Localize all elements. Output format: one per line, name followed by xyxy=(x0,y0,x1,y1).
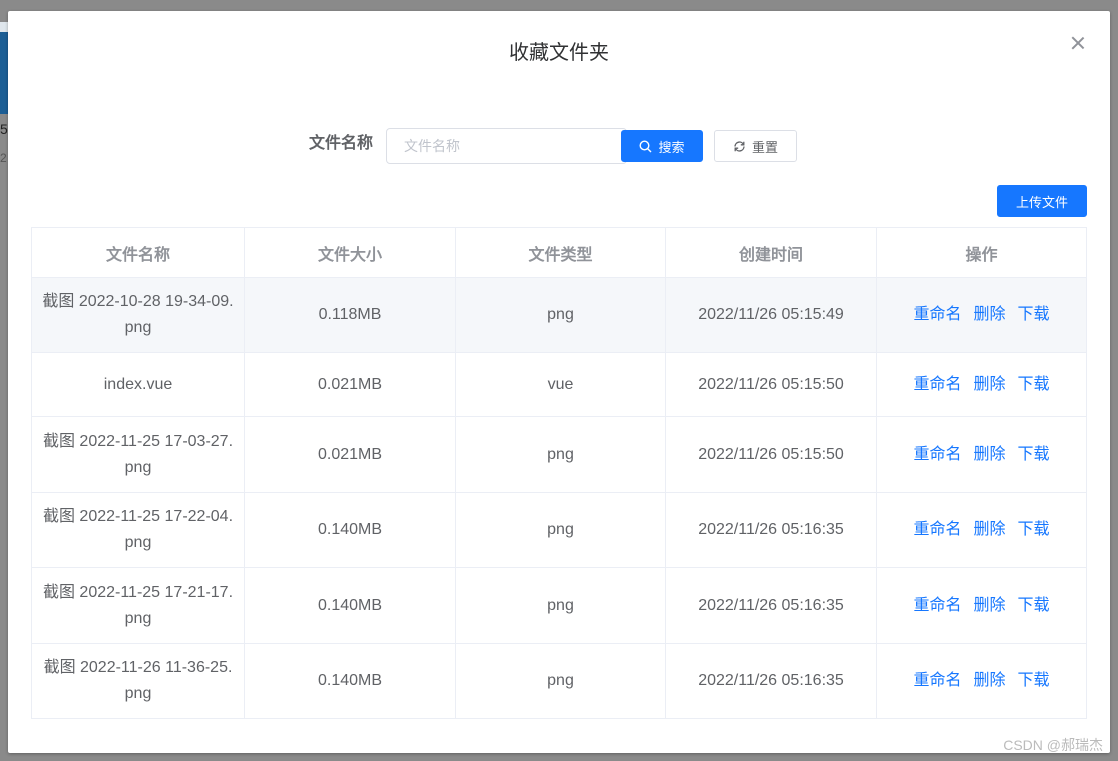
column-header-actions: 操作 xyxy=(876,227,1087,278)
cell-filename: 截图 2022-11-25 17-21-17. png xyxy=(31,567,245,644)
search-button[interactable]: 搜索 xyxy=(621,130,703,162)
close-icon[interactable] xyxy=(1070,35,1086,51)
rename-link[interactable]: 重命名 xyxy=(913,597,961,614)
cell-actions: 重命名 删除 下载 xyxy=(876,416,1087,493)
cell-size: 0.140MB xyxy=(244,643,456,719)
favorites-dialog: 收藏文件夹 文件名称 搜索 重置 上传文件 文件名称 文件大小 文件类型 创建时… xyxy=(8,11,1110,753)
delete-link[interactable]: 删除 xyxy=(973,672,1005,689)
column-header-type: 文件类型 xyxy=(455,227,666,278)
cell-filename: 截图 2022-11-25 17-03-27. png xyxy=(31,416,245,493)
table-row: index.vue 0.021MB vue 2022/11/26 05:15:5… xyxy=(31,352,1087,417)
download-link[interactable]: 下载 xyxy=(1018,672,1050,689)
search-icon xyxy=(639,139,652,153)
table-row: 截图 2022-10-28 19-34-09. png 0.118MB png 2… xyxy=(31,277,1087,353)
cell-created: 2022/11/26 05:15:50 xyxy=(665,416,877,493)
cell-type: png xyxy=(455,567,666,644)
rename-link[interactable]: 重命名 xyxy=(913,306,961,323)
cell-filename: 截图 2022-11-25 17-22-04. png xyxy=(31,492,245,568)
cell-type: png xyxy=(455,643,666,719)
cell-created: 2022/11/26 05:16:35 xyxy=(665,643,877,719)
cell-type: png xyxy=(455,416,666,493)
background-thumbnail-edge xyxy=(0,22,8,32)
cell-size: 0.118MB xyxy=(244,277,456,353)
cell-type: png xyxy=(455,277,666,353)
dialog-title: 收藏文件夹 xyxy=(509,42,609,64)
cell-created: 2022/11/26 05:16:35 xyxy=(665,492,877,568)
cell-filename: 截图 2022-10-28 19-34-09. png xyxy=(31,277,245,353)
rename-link[interactable]: 重命名 xyxy=(913,672,961,689)
file-table: 文件名称 文件大小 文件类型 创建时间 操作 截图 2022-10-28 19-… xyxy=(31,227,1087,719)
delete-link[interactable]: 删除 xyxy=(973,306,1005,323)
column-header-created: 创建时间 xyxy=(665,227,877,278)
cell-actions: 重命名 删除 下载 xyxy=(876,352,1087,417)
cell-size: 0.021MB xyxy=(244,416,456,493)
download-link[interactable]: 下载 xyxy=(1018,446,1050,463)
cell-actions: 重命名 删除 下载 xyxy=(876,643,1087,719)
table-header-row: 文件名称 文件大小 文件类型 创建时间 操作 xyxy=(31,227,1087,278)
refresh-icon xyxy=(733,140,746,153)
upload-file-button[interactable]: 上传文件 xyxy=(997,185,1087,217)
cell-type: vue xyxy=(455,352,666,417)
cell-size: 0.021MB xyxy=(244,352,456,417)
filename-search-input[interactable] xyxy=(386,128,627,164)
search-button-label: 搜索 xyxy=(658,139,685,155)
delete-link[interactable]: 删除 xyxy=(973,597,1005,614)
download-link[interactable]: 下载 xyxy=(1018,376,1050,393)
background-text: 5 xyxy=(0,121,8,137)
column-header-size: 文件大小 xyxy=(244,227,456,278)
table-row: 截图 2022-11-25 17-03-27. png 0.021MB png 2… xyxy=(31,416,1087,493)
table-row: 截图 2022-11-25 17-22-04. png 0.140MB png 2… xyxy=(31,492,1087,568)
watermark: CSDN @郝瑞杰 xyxy=(1003,737,1103,753)
table-row: 截图 2022-11-26 11-36-25. png 0.140MB png 2… xyxy=(31,643,1087,719)
download-link[interactable]: 下载 xyxy=(1018,597,1050,614)
reset-button[interactable]: 重置 xyxy=(714,130,797,162)
column-header-filename: 文件名称 xyxy=(31,227,245,278)
delete-link[interactable]: 删除 xyxy=(973,376,1005,393)
background-text: 2 xyxy=(0,151,7,165)
cell-actions: 重命名 删除 下载 xyxy=(876,567,1087,644)
cell-filename: index.vue xyxy=(31,352,245,417)
rename-link[interactable]: 重命名 xyxy=(913,376,961,393)
background-thumbnail xyxy=(0,22,8,114)
search-label: 文件名称 xyxy=(309,135,374,152)
reset-button-label: 重置 xyxy=(751,139,778,155)
download-link[interactable]: 下载 xyxy=(1018,521,1050,538)
download-link[interactable]: 下载 xyxy=(1018,306,1050,323)
cell-size: 0.140MB xyxy=(244,492,456,568)
rename-link[interactable]: 重命名 xyxy=(913,446,961,463)
cell-size: 0.140MB xyxy=(244,567,456,644)
cell-created: 2022/11/26 05:16:35 xyxy=(665,567,877,644)
cell-created: 2022/11/26 05:15:49 xyxy=(665,277,877,353)
cell-filename: 截图 2022-11-26 11-36-25. png xyxy=(31,643,245,719)
delete-link[interactable]: 删除 xyxy=(973,521,1005,538)
rename-link[interactable]: 重命名 xyxy=(913,521,961,538)
delete-link[interactable]: 删除 xyxy=(973,446,1005,463)
cell-actions: 重命名 删除 下载 xyxy=(876,492,1087,568)
cell-created: 2022/11/26 05:15:50 xyxy=(665,352,877,417)
table-row: 截图 2022-11-25 17-21-17. png 0.140MB png 2… xyxy=(31,567,1087,644)
cell-type: png xyxy=(455,492,666,568)
cell-actions: 重命名 删除 下载 xyxy=(876,277,1087,353)
